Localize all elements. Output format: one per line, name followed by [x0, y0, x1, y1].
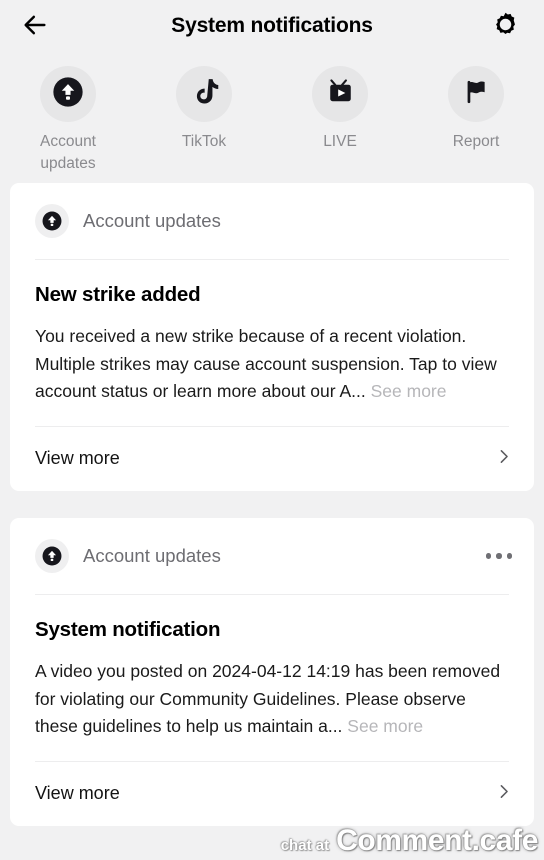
chevron-right-icon	[495, 448, 512, 470]
category-label: LIVE	[323, 133, 357, 150]
category-filter-row: Account updates TikTok LIVE Report	[0, 52, 544, 183]
notification-card[interactable]: Account updates New strike added You rec…	[10, 183, 534, 491]
view-more-label: View more	[35, 448, 120, 469]
page-title: System notifications	[171, 14, 373, 37]
view-more-row[interactable]: View more	[10, 762, 534, 826]
notification-title: New strike added	[35, 283, 201, 306]
app-header: System notifications	[0, 0, 544, 52]
category-label: TikTok	[181, 133, 227, 150]
watermark-prefix: chat at	[280, 837, 330, 854]
view-more-row[interactable]: View more	[10, 427, 534, 491]
category-label: Report	[452, 133, 500, 150]
arrow-left-icon	[21, 11, 49, 42]
category-label: Account updates	[39, 133, 96, 172]
category-icon-wrap	[312, 66, 368, 122]
watermark-overlay: chat at Comment.cafe	[280, 824, 539, 858]
notification-card-body: System notification A video you posted o…	[10, 595, 534, 761]
ellipsis-dot	[496, 553, 502, 559]
account-updates-arrow-up-circle-icon	[51, 75, 85, 114]
tiktok-note-icon	[189, 76, 220, 112]
settings-button[interactable]	[488, 9, 522, 43]
notification-source-label: Account updates	[83, 210, 221, 231]
chevron-right-icon	[495, 783, 512, 805]
report-flag-icon	[461, 76, 492, 112]
notification-body-text: You received a new strike because of a r…	[35, 323, 509, 406]
category-item-account-updates[interactable]: Account updates	[0, 66, 136, 175]
notification-card-body: New strike added You received a new stri…	[10, 260, 534, 426]
category-icon-wrap	[176, 66, 232, 122]
account-updates-arrow-up-circle-icon	[35, 204, 69, 238]
see-more-link[interactable]: See more	[347, 716, 423, 736]
category-icon-wrap	[448, 66, 504, 122]
notification-card-header: Account updates	[10, 183, 534, 259]
view-more-label: View more	[35, 783, 120, 804]
back-button[interactable]	[18, 9, 52, 43]
notification-body-string: A video you posted on 2024-04-12 14:19 h…	[35, 660, 501, 737]
notification-card-header: Account updates	[10, 518, 534, 594]
category-item-report[interactable]: Report	[408, 66, 544, 175]
gear-icon	[492, 11, 519, 41]
see-more-link[interactable]: See more	[371, 381, 447, 401]
ellipsis-dot	[506, 553, 512, 559]
live-tv-play-icon	[325, 76, 356, 112]
category-icon-wrap	[40, 66, 96, 122]
watermark-brand: Comment.cafe	[336, 824, 538, 857]
notification-body-text: A video you posted on 2024-04-12 14:19 h…	[35, 658, 509, 741]
category-item-live[interactable]: LIVE	[272, 66, 408, 175]
ellipsis-horizontal-icon[interactable]	[482, 545, 517, 567]
category-item-tiktok[interactable]: TikTok	[136, 66, 272, 175]
notification-title: System notification	[35, 617, 221, 641]
account-updates-arrow-up-circle-icon	[35, 538, 69, 573]
notification-source-label: Account updates	[83, 544, 221, 566]
notification-card[interactable]: Account updates System notification A vi…	[10, 517, 534, 826]
ellipsis-dot	[485, 553, 491, 559]
